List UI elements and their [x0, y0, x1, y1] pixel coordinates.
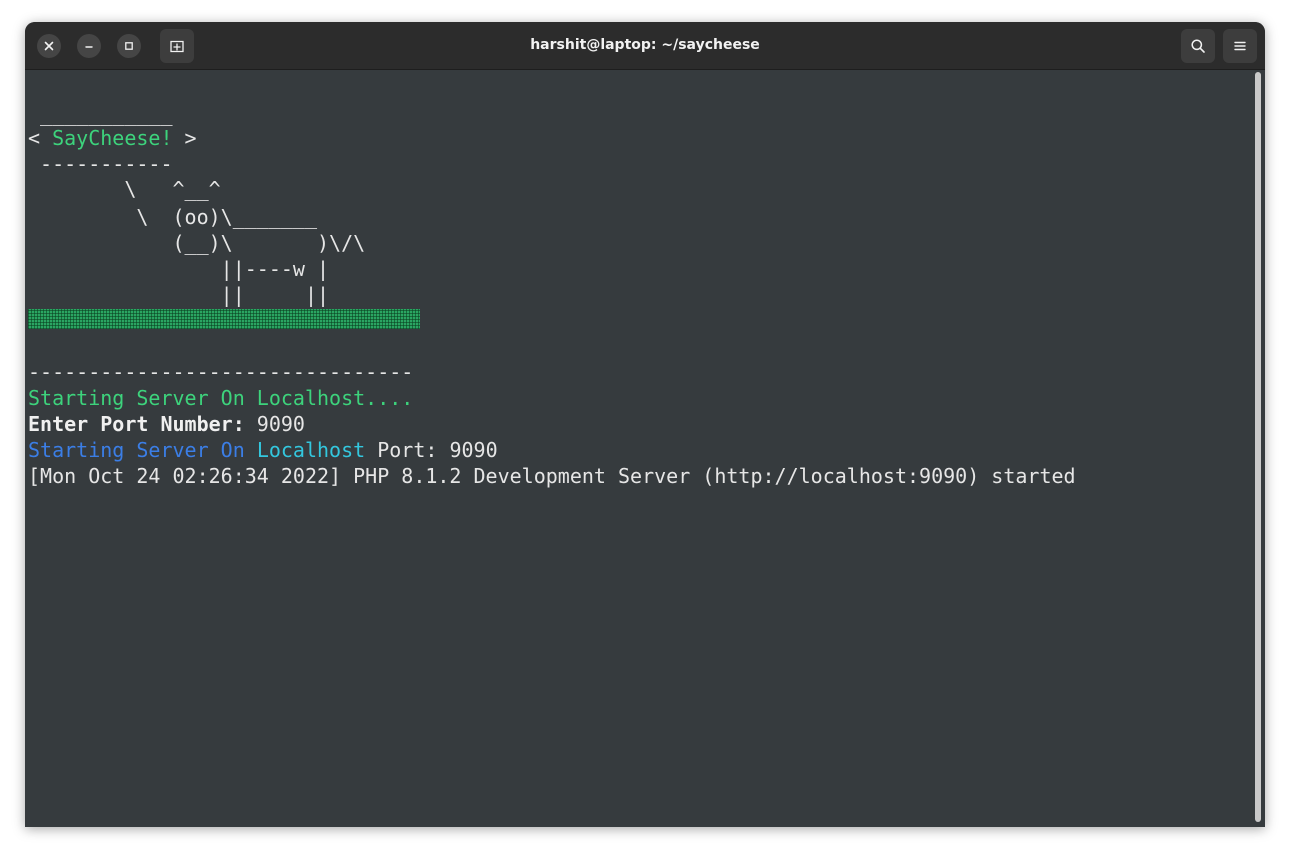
- banner-line: < SayCheese! >: [28, 125, 197, 151]
- server-port-line: Starting Server On Localhost Port: 9090: [28, 437, 498, 463]
- start-port-text: Port: 9090: [365, 438, 498, 462]
- start-word-localhost: Localhost: [256, 438, 366, 462]
- new-tab-button[interactable]: [160, 29, 194, 63]
- minimize-icon: [85, 46, 93, 48]
- terminal-window: harshit@laptop: ~/saycheese ___________ …: [25, 22, 1265, 827]
- start-word-server: Server: [136, 438, 209, 462]
- window-title: harshit@laptop: ~/saycheese: [530, 37, 760, 53]
- cow-line-4: ||----w |: [28, 257, 330, 281]
- hamburger-menu-icon: [1234, 41, 1246, 51]
- menu-button[interactable]: [1223, 29, 1257, 63]
- cow-line-5: || ||: [28, 283, 330, 307]
- banner-right-bracket: >: [172, 126, 197, 150]
- search-button[interactable]: [1181, 29, 1215, 63]
- maximize-icon: [125, 42, 133, 50]
- banner-top-line: ___________: [28, 102, 173, 126]
- cow-line-2: \ (oo)\_______: [28, 205, 317, 229]
- php-server-log-line: [Mon Oct 24 02:26:34 2022] PHP 8.1.2 Dev…: [28, 464, 1076, 488]
- port-prompt-value: 9090: [244, 412, 305, 436]
- terminal-output[interactable]: ___________ < SayCheese! > ----------- \…: [25, 70, 1250, 827]
- maximize-button[interactable]: [117, 34, 141, 58]
- banner-text: SayCheese!: [52, 126, 173, 150]
- start-word-on: On: [220, 438, 245, 462]
- scrollbar[interactable]: [1255, 72, 1261, 822]
- cow-line-3: (__)\ )\/\: [28, 231, 366, 255]
- banner-bottom-line: -----------: [28, 152, 173, 176]
- separator-line: --------------------------------: [28, 360, 414, 384]
- minimize-button[interactable]: [77, 34, 101, 58]
- close-icon: [44, 41, 54, 51]
- search-icon: [1191, 39, 1205, 53]
- close-button[interactable]: [37, 34, 61, 58]
- starting-server-line: Starting Server On Localhost....: [28, 386, 414, 410]
- grass-block: [28, 309, 420, 329]
- new-tab-icon: [170, 40, 184, 53]
- banner-left-bracket: <: [28, 126, 53, 150]
- cow-line-1: \ ^__^: [28, 177, 221, 201]
- port-prompt-line: Enter Port Number: 9090: [28, 411, 305, 437]
- port-prompt-label: Enter Port Number:: [28, 412, 245, 436]
- start-word-starting: Starting: [28, 438, 125, 462]
- title-bar: harshit@laptop: ~/saycheese: [25, 22, 1265, 70]
